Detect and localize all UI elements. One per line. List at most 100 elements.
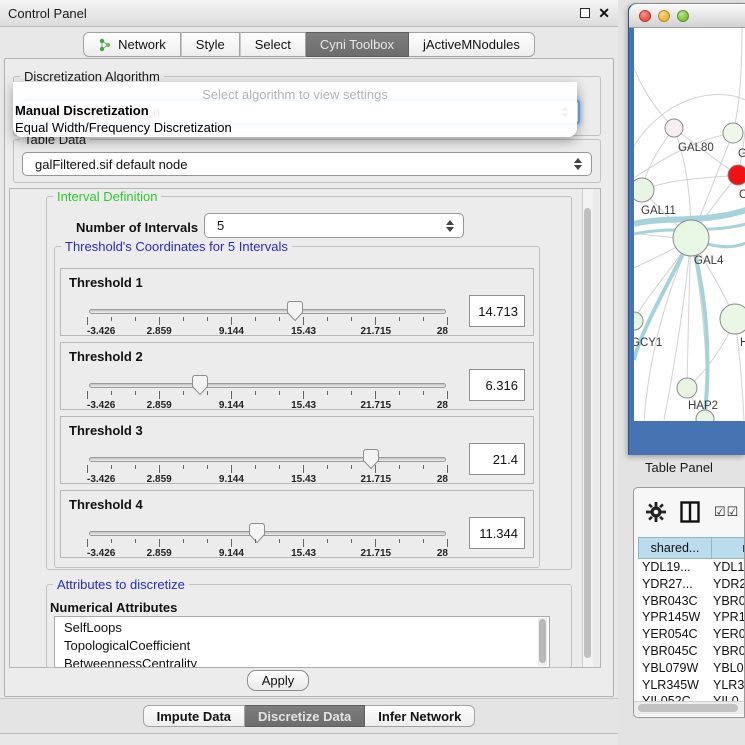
table-row[interactable]: YPR145WYPR1 (638, 609, 745, 626)
dropdown-placeholder-item[interactable]: Select algorithm to view settings (13, 87, 577, 102)
slider-track[interactable] (89, 457, 446, 462)
checked-checkboxes-icon[interactable]: ☑☑ (714, 504, 739, 520)
slider-track[interactable] (89, 531, 446, 536)
tab-style[interactable]: Style (181, 32, 240, 57)
minor-tick (111, 391, 112, 395)
zoom-traffic-light-icon[interactable] (677, 10, 689, 22)
scale-tick-label: 28 (437, 474, 448, 485)
network-node[interactable] (673, 220, 709, 256)
scale-tick-label: 15.43 (291, 548, 316, 559)
table-row[interactable]: YER054CYER0 (638, 626, 745, 643)
column-header-shared-name[interactable]: shared... (638, 537, 712, 559)
threshold-value-field[interactable]: 21.4 (469, 443, 525, 475)
minor-tick (183, 317, 184, 321)
major-tick (87, 391, 88, 399)
tab-jactivemnodules[interactable]: jActiveMNodules (409, 32, 535, 57)
slider-track[interactable] (89, 309, 446, 314)
node-label: C (739, 189, 745, 201)
horizontal-scrollbar-track[interactable] (634, 701, 744, 714)
dropdown-item-equal-width[interactable]: Equal Width/Frequency Discretization (15, 120, 232, 135)
table-panel-toolbar: ☑☑ (634, 488, 744, 536)
minimize-traffic-light-icon[interactable] (658, 10, 670, 22)
horizontal-scrollbar-thumb[interactable] (638, 704, 738, 712)
dropdown-item-manual-discretization[interactable]: Manual Discretization (15, 103, 149, 118)
control-panel-titlebar: Control Panel ✕ (0, 0, 618, 27)
network-edge[interactable] (733, 28, 742, 133)
minor-tick (351, 465, 352, 469)
scale-tick-label: 2.859 (147, 548, 172, 559)
table-row[interactable]: YBL079WYBL0 (638, 660, 745, 677)
close-icon[interactable]: ✕ (598, 8, 610, 18)
top-tabbar: Network Style Select Cyni Toolbox jActiv… (0, 32, 618, 57)
shared-name-cell: YLR345W (642, 678, 699, 692)
right-column: GAL80GACGAL11GAL4GCY1HHAP2 Table Panel (618, 0, 745, 745)
close-traffic-light-icon[interactable] (639, 10, 651, 22)
network-node[interactable] (723, 123, 743, 143)
network-edge[interactable] (634, 68, 674, 128)
minor-tick (207, 391, 208, 395)
tab-discretize-data[interactable]: Discretize Data (245, 705, 365, 727)
float-window-icon[interactable] (580, 8, 590, 18)
scale-tick-label: 21.715 (361, 474, 392, 485)
split-columns-icon[interactable] (680, 501, 700, 523)
threshold-2-box: Threshold 2 -3.4262.8599.14415.4321.7152… (60, 342, 534, 410)
threshold-4-box: Threshold 4 -3.4262.8599.14415.4321.7152… (60, 490, 534, 558)
tab-cyni-toolbox[interactable]: Cyni Toolbox (306, 32, 409, 57)
list-item[interactable]: TopologicalCoefficient (64, 638, 190, 653)
minor-tick (351, 391, 352, 395)
network-node[interactable] (677, 378, 697, 398)
major-tick (231, 391, 232, 399)
tab-infer-network[interactable]: Infer Network (365, 705, 475, 727)
list-item[interactable]: BetweennessCentrality (64, 656, 197, 668)
tab-label: Cyni Toolbox (320, 37, 394, 52)
scale-tick-label: 9.144 (219, 326, 244, 337)
vertical-scrollbar-thumb[interactable] (584, 208, 591, 658)
table-row[interactable]: YBR045CYBR0 (638, 643, 745, 660)
table-data-combobox[interactable]: galFiltered.sif default node (22, 152, 592, 176)
attributes-scrollbar-thumb[interactable] (539, 619, 546, 663)
network-canvas[interactable]: GAL80GACGAL11GAL4GCY1HHAP2 (634, 28, 745, 421)
slider-track[interactable] (89, 383, 446, 388)
minor-tick (423, 391, 424, 395)
table-rows: YDL19...YDL1YDR27...YDR2YBR043CYBR0YPR14… (638, 559, 745, 701)
slider-scale-labels: -3.4262.8599.14415.4321.71528 (87, 548, 448, 558)
threshold-label: Threshold 1 (69, 275, 143, 290)
network-node[interactable] (665, 119, 683, 137)
table-row[interactable]: YDL19...YDL1 (638, 559, 745, 576)
scale-tick-label: -3.426 (87, 400, 115, 411)
tab-select[interactable]: Select (240, 32, 306, 57)
number-of-intervals-spinner[interactable]: 5 (204, 213, 464, 238)
threshold-value-field[interactable]: 14.713 (469, 295, 525, 327)
network-node[interactable] (634, 178, 654, 202)
table-row[interactable]: YDR27...YDR2 (638, 576, 745, 593)
scale-tick-label: 15.43 (291, 474, 316, 485)
minor-tick (255, 317, 256, 321)
tab-network[interactable]: Network (83, 32, 181, 57)
table-row[interactable]: YBR043CYBR0 (638, 593, 745, 610)
major-tick (375, 539, 376, 547)
threshold-value-field[interactable]: 11.344 (469, 517, 525, 549)
column-header-name[interactable]: n... (711, 537, 745, 559)
numerical-attributes-label: Numerical Attributes (50, 600, 177, 615)
major-tick (447, 391, 448, 399)
threshold-value-field[interactable]: 6.316 (469, 369, 525, 401)
list-item[interactable]: SelfLoops (64, 620, 122, 635)
apply-button[interactable]: Apply (247, 670, 309, 691)
number-of-intervals-value: 5 (217, 218, 224, 233)
threshold-3-box: Threshold 3 -3.4262.8599.14415.4321.7152… (60, 416, 534, 484)
network-edge[interactable] (642, 175, 738, 190)
table-row[interactable]: YIL052CYIL0 (638, 693, 745, 701)
major-tick (159, 317, 160, 325)
network-node[interactable] (728, 165, 745, 185)
minor-tick (351, 317, 352, 321)
network-node[interactable] (634, 312, 643, 330)
tab-impute-data[interactable]: Impute Data (143, 705, 245, 727)
major-tick (303, 391, 304, 399)
shared-name-cell: YDR27... (642, 577, 693, 591)
network-node[interactable] (720, 304, 745, 334)
table-row[interactable]: YLR345WYLR3 (638, 677, 745, 694)
tab-label: jActiveMNodules (423, 37, 520, 52)
tab-label: Select (255, 37, 291, 52)
minor-tick (399, 317, 400, 321)
gear-icon[interactable] (646, 502, 666, 522)
